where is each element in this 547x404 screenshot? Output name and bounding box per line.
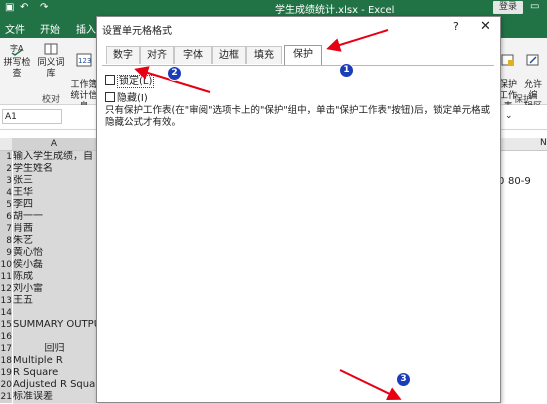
step-badge-2: 2 xyxy=(167,66,182,81)
step-badge-3: 3 xyxy=(396,372,411,387)
step-badge-1: 1 xyxy=(339,63,354,78)
arrow-to-protection-tab xyxy=(326,29,389,52)
annotation-overlay xyxy=(134,29,402,400)
arrow-to-ok-button xyxy=(339,369,402,400)
